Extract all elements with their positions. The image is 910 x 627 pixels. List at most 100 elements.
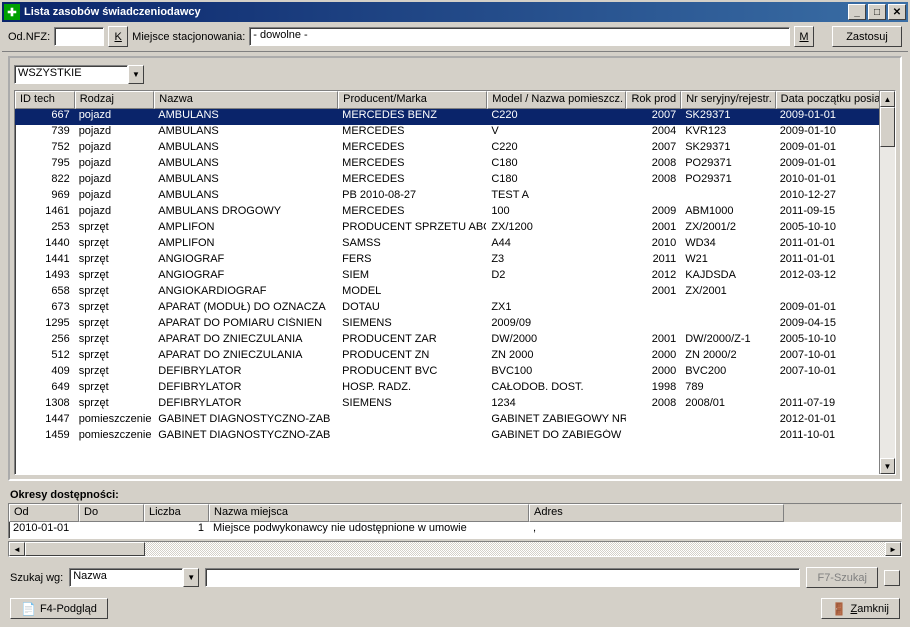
apply-button[interactable]: Zastosuj — [832, 26, 902, 47]
cell: 649 — [15, 381, 75, 397]
hscroll-thumb[interactable] — [25, 542, 145, 556]
col-nazwa[interactable]: Nazwa — [154, 91, 338, 109]
cell: V — [487, 125, 626, 141]
cell: WD34 — [681, 237, 775, 253]
cell: AMBULANS — [154, 109, 338, 125]
table-row[interactable]: 512sprzętAPARAT DO ZNIECZULANIAPRODUCENT… — [15, 349, 895, 365]
table-row[interactable]: 1440sprzętAMPLIFONSAMSSA442010WD342011-0… — [15, 237, 895, 253]
col-nr[interactable]: Nr seryjny/rejestr. — [681, 91, 775, 109]
cell: pomieszczenie — [75, 413, 155, 429]
chevron-down-icon[interactable]: ▼ — [128, 65, 144, 84]
acol-adres[interactable]: Adres — [529, 504, 784, 522]
maximize-button[interactable]: □ — [868, 4, 886, 20]
cell: 2010-01-01 — [9, 522, 79, 538]
table-row[interactable]: 409sprzętDEFIBRYLATORPRODUCENT BVCBVC100… — [15, 365, 895, 381]
table-row[interactable]: 256sprzętAPARAT DO ZNIECZULANIAPRODUCENT… — [15, 333, 895, 349]
acol-nazwa[interactable]: Nazwa miejsca — [209, 504, 529, 522]
scroll-left-icon[interactable]: ◄ — [9, 542, 25, 556]
preview-button[interactable]: 📄 F4-Podgląd — [10, 598, 108, 619]
cell — [338, 413, 487, 429]
col-id[interactable]: ID tech — [15, 91, 75, 109]
miejsce-input[interactable]: - dowolne - — [249, 27, 790, 46]
cell: 2009/09 — [487, 317, 626, 333]
vertical-scrollbar[interactable]: ▲ ▼ — [879, 91, 895, 474]
table-row[interactable]: 752pojazdAMBULANSMERCEDESC2202007SK29371… — [15, 141, 895, 157]
table-row[interactable]: 673sprzętAPARAT (MODUŁ) DO OZNACZADOTAUZ… — [15, 301, 895, 317]
cell: 2009-01-01 — [776, 109, 895, 125]
acol-do[interactable]: Do — [79, 504, 144, 522]
cell: 752 — [15, 141, 75, 157]
cell: PRODUCENT BVC — [338, 365, 487, 381]
col-rok[interactable]: Rok prod — [626, 91, 681, 109]
cell: Miejsce podwykonawcy nie udostępnione w … — [209, 522, 529, 538]
cell — [776, 285, 895, 301]
table-row[interactable]: 649sprzętDEFIBRYLATORHOSP. RADZ.CAŁODOB.… — [15, 381, 895, 397]
cell: DOTAU — [338, 301, 487, 317]
cell: pojazd — [75, 189, 155, 205]
col-model[interactable]: Model / Nazwa pomieszcz. — [487, 91, 626, 109]
horizontal-scrollbar[interactable]: ◄ ► — [8, 541, 902, 557]
k-button[interactable]: K — [108, 26, 128, 47]
table-row[interactable]: 739pojazdAMBULANSMERCEDESV2004KVR1232009… — [15, 125, 895, 141]
cell — [681, 429, 775, 445]
scroll-thumb[interactable] — [880, 107, 895, 147]
col-rodzaj[interactable]: Rodzaj — [75, 91, 155, 109]
chevron-down-icon[interactable]: ▼ — [183, 568, 199, 587]
col-prod[interactable]: Producent/Marka — [338, 91, 487, 109]
col-data[interactable]: Data początku posiadania — [776, 91, 895, 109]
cell: 2010 — [627, 237, 682, 253]
table-row[interactable]: 822pojazdAMBULANSMERCEDESC1802008PO29371… — [15, 173, 895, 189]
table-row[interactable]: 969pojazdAMBULANSPB 2010-08-27TEST A2010… — [15, 189, 895, 205]
table-row[interactable]: 1459pomieszczenieGABINET DIAGNOSTYCZNO-Z… — [15, 429, 895, 445]
table-row[interactable]: 253sprzętAMPLIFONPRODUCENT SPRZETU ABCZX… — [15, 221, 895, 237]
close-button[interactable]: ✕ — [888, 4, 906, 20]
table-row[interactable]: 1308sprzętDEFIBRYLATORSIEMENS12342008200… — [15, 397, 895, 413]
availability-body[interactable]: 2010-01-011Miejsce podwykonawcy nie udos… — [9, 522, 901, 538]
table-row[interactable]: 1441sprzętANGIOGRAFFERSZ32011W212011-01-… — [15, 253, 895, 269]
scroll-track[interactable] — [880, 107, 895, 458]
search-input[interactable] — [205, 568, 800, 587]
search-button[interactable]: F7-Szukaj — [806, 567, 878, 588]
search-by-combo[interactable]: Nazwa ▼ — [69, 568, 199, 588]
cell: PRODUCENT ZN — [338, 349, 487, 365]
scroll-right-icon[interactable]: ► — [885, 542, 901, 556]
table-row[interactable]: 1447pomieszczenieGABINET DIAGNOSTYCZNO-Z… — [15, 413, 895, 429]
table-row[interactable]: 1493sprzętANGIOGRAFSIEMD22012KAJDSDA2012… — [15, 269, 895, 285]
table-row[interactable]: 795pojazdAMBULANSMERCEDESC1802008PO29371… — [15, 157, 895, 173]
table-row[interactable]: 2010-01-011Miejsce podwykonawcy nie udos… — [9, 522, 901, 538]
cell: AMPLIFON — [154, 237, 338, 253]
scroll-down-icon[interactable]: ▼ — [880, 458, 895, 474]
acol-od[interactable]: Od — [9, 504, 79, 522]
cell: ZX/1200 — [487, 221, 626, 237]
table-row[interactable]: 1295sprzętAPARAT DO POMIARU CIŚNIENSIEME… — [15, 317, 895, 333]
table-row[interactable]: 1461pojazdAMBULANS DROGOWYMERCEDES100200… — [15, 205, 895, 221]
close-app-button[interactable]: 🚪 Zamknij — [821, 598, 900, 619]
cell: ZX/2001/2 — [681, 221, 775, 237]
cell: C180 — [487, 157, 626, 173]
scroll-up-icon[interactable]: ▲ — [880, 91, 895, 107]
cell: MERCEDES — [338, 141, 487, 157]
m-button[interactable]: M — [794, 26, 814, 47]
hscroll-track[interactable] — [25, 542, 885, 556]
cell: AMBULANS — [154, 141, 338, 157]
table-row[interactable]: 658sprzętANGIOKARDIOGRAFMODEL2001ZX/2001 — [15, 285, 895, 301]
cell: 667 — [15, 109, 75, 125]
cell: 2011-01-01 — [776, 253, 895, 269]
cell: sprzęt — [75, 301, 155, 317]
cell: SIEMENS — [338, 397, 487, 413]
availability-grid: Od Do Liczba Nazwa miejsca Adres 2010-01… — [8, 503, 902, 539]
cell: 739 — [15, 125, 75, 141]
category-combo[interactable]: WSZYSTKIE ▼ — [14, 64, 144, 84]
table-row[interactable]: 667pojazdAMBULANSMERCEDES BENZC2202007SK… — [15, 109, 895, 125]
grid-body[interactable]: 667pojazdAMBULANSMERCEDES BENZC2202007SK… — [15, 109, 895, 474]
cell: sprzęt — [75, 381, 155, 397]
cell: 2005-10-10 — [776, 333, 895, 349]
od-nfz-input[interactable] — [54, 27, 104, 46]
grid-header: ID tech Rodzaj Nazwa Producent/Marka Mod… — [15, 91, 895, 109]
cell: 2008/01 — [681, 397, 775, 413]
acol-liczba[interactable]: Liczba — [144, 504, 209, 522]
cell — [338, 429, 487, 445]
cell: AMBULANS — [154, 157, 338, 173]
cell: MERCEDES — [338, 157, 487, 173]
minimize-button[interactable]: _ — [848, 4, 866, 20]
